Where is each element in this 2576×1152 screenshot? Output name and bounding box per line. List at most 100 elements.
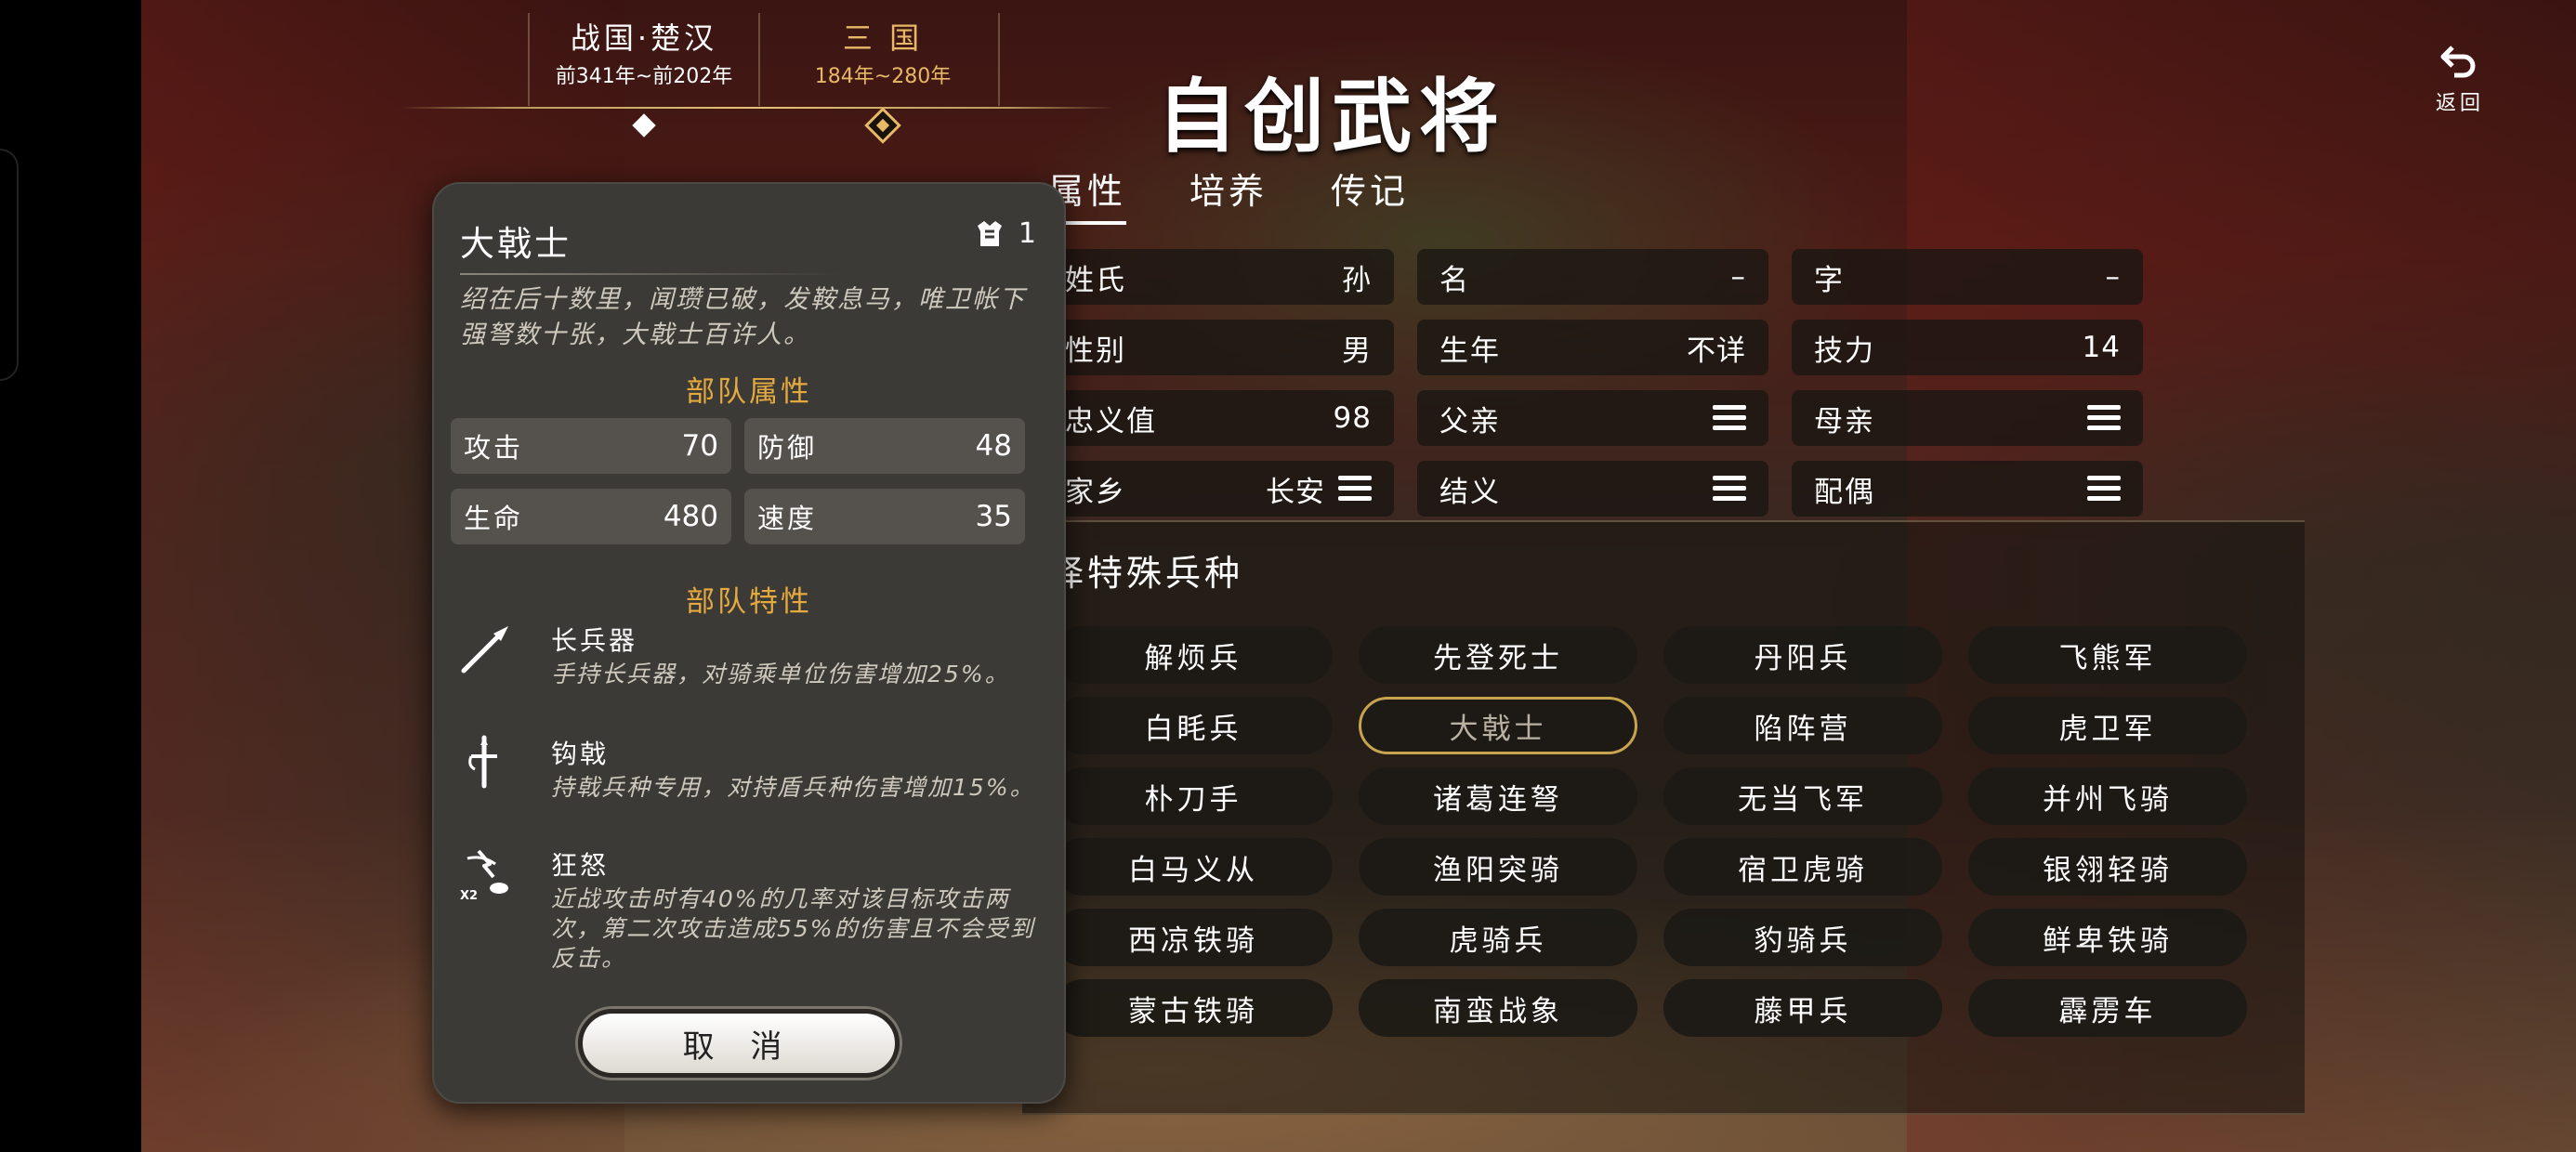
troop-option[interactable]: 陷阵营 bbox=[1663, 697, 1942, 754]
era-timeline bbox=[400, 107, 1115, 109]
attr-label: 家乡 bbox=[1065, 475, 1126, 509]
armor-icon bbox=[977, 220, 1002, 246]
attr-value: – bbox=[2105, 260, 2121, 294]
attr-sworn[interactable]: 结义 bbox=[1417, 461, 1768, 517]
stat-value: 48 bbox=[975, 429, 1012, 463]
attr-value: 98 bbox=[1333, 401, 1372, 435]
troop-option[interactable]: 西凉铁骑 bbox=[1054, 909, 1333, 966]
left-letterbox bbox=[0, 0, 141, 1152]
back-arrow-icon bbox=[2440, 46, 2476, 78]
attr-label: 生年 bbox=[1439, 334, 1501, 368]
troop-option[interactable]: 虎骑兵 bbox=[1359, 909, 1637, 966]
trait-desc: 近战攻击时有40%的几率对该目标攻击两次，第二次攻击造成55%的伤害且不会受到反… bbox=[551, 885, 1035, 972]
troop-option[interactable]: 朴刀手 bbox=[1054, 767, 1333, 825]
traits-heading: 部队特性 bbox=[686, 585, 812, 619]
attr-label: 配偶 bbox=[1814, 475, 1875, 509]
troop-description: 绍在后十数里，闻瓒已破，发鞍息马，唯卫帐下强弩数十张，大戟士百许人。 bbox=[460, 285, 1026, 349]
stat-attack: 攻击 70 bbox=[451, 418, 731, 474]
attr-courtesy-name[interactable]: 字 – bbox=[1792, 249, 2143, 305]
era-three-kingdoms[interactable]: 三 国 184年~280年 bbox=[768, 13, 1000, 144]
menu-icon[interactable] bbox=[1713, 405, 1746, 431]
menu-icon[interactable] bbox=[1338, 476, 1372, 502]
svg-text:X2: X2 bbox=[460, 889, 478, 901]
troop-option[interactable]: 白马义从 bbox=[1054, 838, 1333, 896]
stat-value: 480 bbox=[663, 500, 718, 533]
frenzy-icon: X2 bbox=[460, 849, 508, 901]
troop-option[interactable]: 白眊兵 bbox=[1054, 697, 1333, 754]
attr-value: – bbox=[1730, 260, 1746, 294]
menu-icon[interactable] bbox=[2087, 476, 2121, 502]
attr-value: 不详 bbox=[1687, 334, 1746, 368]
attr-given-name[interactable]: 名 – bbox=[1417, 249, 1768, 305]
modal-title: 大戟士 bbox=[460, 224, 572, 264]
troop-option[interactable]: 霹雳车 bbox=[1968, 979, 2247, 1037]
attr-mother[interactable]: 母亲 bbox=[1792, 390, 2143, 446]
troop-option[interactable]: 虎卫军 bbox=[1968, 697, 2247, 754]
trait-desc: 持戟兵种专用，对持盾兵种伤害增加15%。 bbox=[551, 774, 1035, 801]
trait-name: 钩戟 bbox=[551, 739, 610, 769]
troop-option[interactable]: 蒙古铁骑 bbox=[1054, 979, 1333, 1037]
era-years: 前341年~前202年 bbox=[555, 65, 733, 88]
attr-value: 长安 bbox=[1266, 475, 1325, 509]
back-label: 返回 bbox=[2435, 92, 2484, 115]
troop-option[interactable]: 飞熊军 bbox=[1968, 626, 2247, 684]
page-title: 自创武将 bbox=[1157, 70, 1506, 164]
attr-birth-year[interactable]: 生年 不详 bbox=[1417, 320, 1768, 375]
attr-label: 字 bbox=[1814, 263, 1845, 297]
attr-surname[interactable]: 姓氏 孙 bbox=[1043, 249, 1394, 305]
attr-skill-points: 技力 14 bbox=[1792, 320, 2143, 375]
troop-option-selected[interactable]: 大戟士 bbox=[1359, 697, 1637, 754]
cancel-button[interactable]: 取 消 bbox=[578, 1009, 900, 1078]
troop-option[interactable]: 诸葛连弩 bbox=[1359, 767, 1637, 825]
attr-label: 姓氏 bbox=[1065, 263, 1126, 297]
troop-count-value: 1 bbox=[1018, 217, 1036, 250]
menu-icon[interactable] bbox=[1713, 476, 1746, 502]
stat-speed: 速度 35 bbox=[744, 489, 1025, 544]
attr-hometown[interactable]: 家乡 长安 bbox=[1043, 461, 1394, 517]
troop-option[interactable]: 南蛮战象 bbox=[1359, 979, 1637, 1037]
attr-spouse[interactable]: 配偶 bbox=[1792, 461, 2143, 517]
attr-gender[interactable]: 性别 男 bbox=[1043, 320, 1394, 375]
phone-notch bbox=[0, 149, 19, 381]
trait-desc: 手持长兵器，对骑乘单位伤害增加25%。 bbox=[551, 661, 1010, 687]
troop-option[interactable]: 渔阳突骑 bbox=[1359, 838, 1637, 896]
trait-name: 长兵器 bbox=[551, 625, 638, 656]
era-name: 三 国 bbox=[842, 20, 924, 56]
attr-label: 父亲 bbox=[1439, 404, 1501, 439]
troop-option[interactable]: 并州飞骑 bbox=[1968, 767, 2247, 825]
tab-biography[interactable]: 传记 bbox=[1331, 163, 1409, 225]
menu-icon[interactable] bbox=[2087, 405, 2121, 431]
troop-option[interactable]: 藤甲兵 bbox=[1663, 979, 1942, 1037]
attr-label: 名 bbox=[1439, 263, 1470, 297]
tab-training[interactable]: 培养 bbox=[1189, 163, 1268, 225]
attr-label: 忠义值 bbox=[1065, 404, 1157, 439]
troop-option[interactable]: 豹骑兵 bbox=[1663, 909, 1942, 966]
back-button[interactable]: 返回 bbox=[2427, 42, 2492, 116]
troop-detail-modal: 大戟士 1 绍在后十数里，闻瓒已破，发鞍息马，唯卫帐下强弩数十张，大戟士百许人。… bbox=[432, 182, 1066, 1104]
era-name: 战国·楚汉 bbox=[570, 20, 718, 56]
troop-option[interactable]: 丹阳兵 bbox=[1663, 626, 1942, 684]
era-years: 184年~280年 bbox=[814, 65, 952, 88]
halberd-icon bbox=[468, 735, 497, 789]
troop-option[interactable]: 无当飞军 bbox=[1663, 767, 1942, 825]
troop-option[interactable]: 解烦兵 bbox=[1054, 626, 1333, 684]
troop-option[interactable]: 先登死士 bbox=[1359, 626, 1637, 684]
title-divider bbox=[460, 273, 841, 275]
attr-value: 男 bbox=[1342, 334, 1372, 368]
troop-option[interactable]: 宿卫虎骑 bbox=[1663, 838, 1942, 896]
troop-option[interactable]: 银翎轻骑 bbox=[1968, 838, 2247, 896]
stat-label: 速度 bbox=[757, 503, 818, 534]
troop-select-panel: 择特殊兵种 解烦兵 先登死士 丹阳兵 飞熊军 白眊兵 大戟士 陷阵营 虎卫军 朴… bbox=[1022, 520, 2305, 1115]
stat-value: 35 bbox=[975, 500, 1012, 533]
attr-value: 14 bbox=[2082, 331, 2121, 364]
stat-value: 70 bbox=[681, 429, 718, 463]
era-warring-states[interactable]: 战国·楚汉 前341年~前202年 bbox=[528, 13, 760, 137]
attr-father[interactable]: 父亲 bbox=[1417, 390, 1768, 446]
stat-hp: 生命 480 bbox=[451, 489, 731, 544]
spear-icon bbox=[461, 626, 508, 674]
troop-option[interactable]: 鲜卑铁骑 bbox=[1968, 909, 2247, 966]
troop-select-heading: 择特殊兵种 bbox=[1048, 553, 1244, 594]
trait-name: 狂怒 bbox=[551, 850, 610, 881]
attr-label: 结义 bbox=[1439, 475, 1501, 509]
stat-label: 攻击 bbox=[464, 432, 524, 464]
